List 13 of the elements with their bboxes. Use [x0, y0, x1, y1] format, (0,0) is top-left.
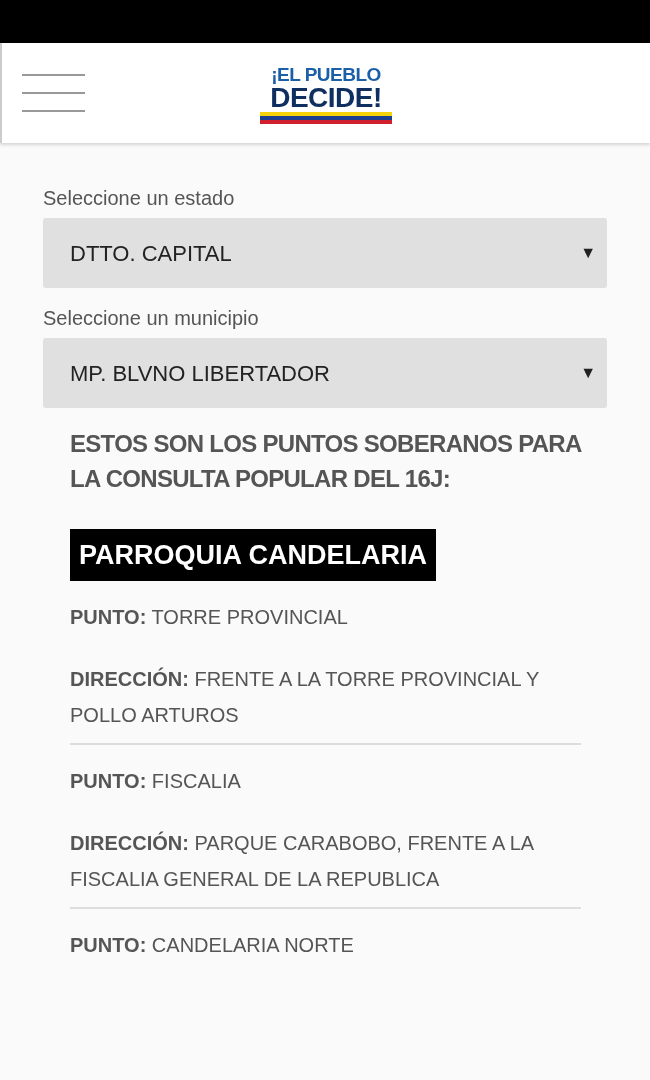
- point-address: DIRECCIÓN: PARQUE CARABOBO, FRENTE A LA FISCALIA GENERAL DE LA REPUBLICA: [70, 830, 535, 892]
- select-label: Seleccione un estado: [43, 186, 236, 210]
- dropdown[interactable]: DTTO. CAPITAL ▼: [43, 218, 607, 288]
- logo[interactable]: ¡EL PUEBLO DECIDE!: [260, 64, 392, 124]
- select-label: Seleccione un municipio: [43, 306, 260, 330]
- point-name: PUNTO: TORRE PROVINCIAL: [70, 605, 349, 630]
- parish-badge: PARROQUIA CANDELARIA: [70, 529, 436, 581]
- dropdown[interactable]: MP. BLVNO LIBERTADOR ▼: [43, 338, 607, 408]
- point-name: PUNTO: CANDELARIA NORTE: [70, 933, 355, 958]
- heading: ESTOS SON LOS PUNTOS SOBERANOS PARA LA CONSULTA POPULAR DEL 16J:: [70, 429, 583, 494]
- point-name: PUNTO: FISCALIA: [70, 769, 242, 794]
- menu-icon[interactable]: [22, 74, 85, 112]
- point-address: DIRECCIÓN: FRENTE A LA TORRE PROVINCIAL Y POLLO ARTUROS: [70, 666, 541, 728]
